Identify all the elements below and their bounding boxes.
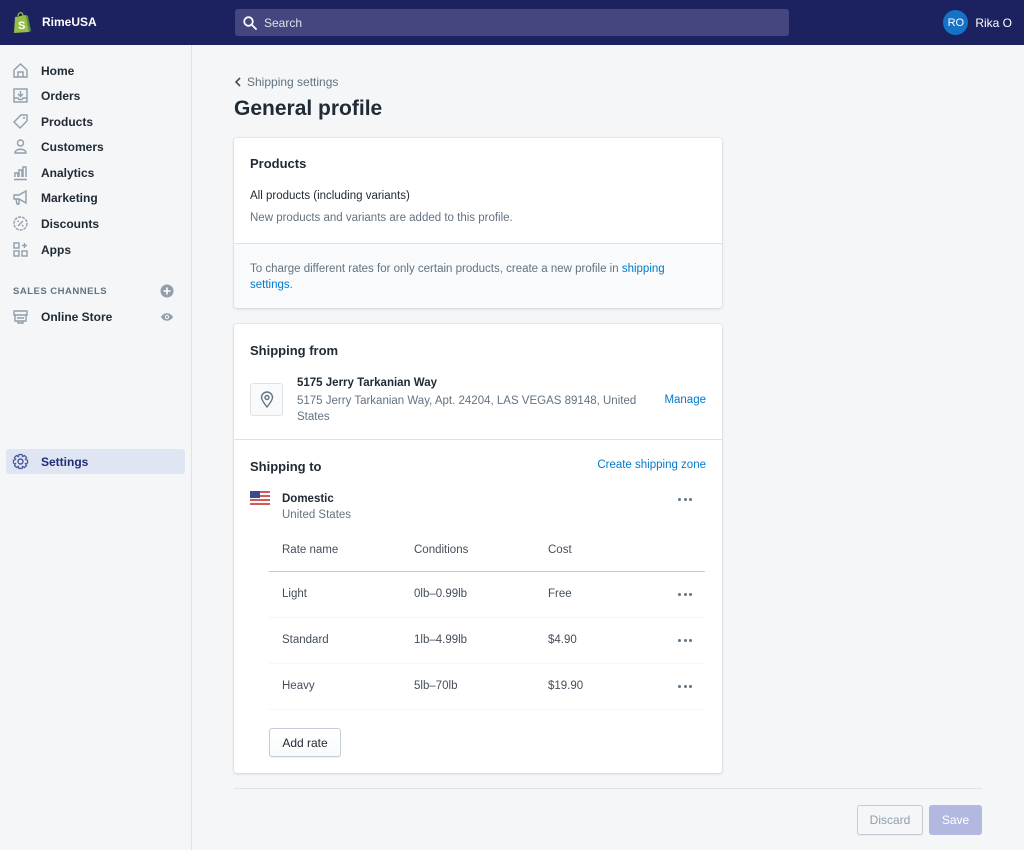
top-bar: S RimeUSA RO Rika O [0,0,1024,45]
products-note: New products and variants are added to t… [250,212,513,224]
rate-more-actions-button[interactable] [678,685,692,689]
sidebar-item-analytics[interactable]: Analytics [6,160,185,185]
megaphone-icon [13,189,27,205]
person-icon [14,139,27,154]
search-input[interactable] [264,15,764,30]
address-line-2: States [297,411,330,423]
rate-more-actions-button[interactable] [678,639,692,643]
breadcrumb-link[interactable]: Shipping settings [247,75,338,89]
sidebar-item-label: Customers [41,139,104,154]
bar-chart-icon [14,166,27,181]
add-sales-channel-icon[interactable] [160,284,174,298]
user-menu[interactable]: RO Rika O [943,10,1012,35]
save-button[interactable]: Save [929,805,982,835]
shipping-from-title: Shipping from [250,343,339,358]
footer-text: To charge different rates for only certa… [250,263,622,275]
column-header-conditions: Conditions [414,544,469,556]
user-name[interactable]: Rika O [975,16,1012,30]
sidebar-item-discounts[interactable]: Discounts [6,211,185,236]
rate-name: Heavy [282,680,315,692]
sidebar: Home Orders Products Customers Analytics… [0,45,192,850]
sidebar-item-settings[interactable]: Settings [6,449,185,474]
table-row: Standard 1lb–4.99lb $4.90 [269,618,705,664]
orders-icon [13,88,28,103]
add-rate-button[interactable]: Add rate [269,728,341,757]
store-name[interactable]: RimeUSA [42,15,97,29]
sidebar-item-label: Discounts [41,216,100,231]
sidebar-item-label: Orders [41,88,81,103]
shipping-card: Shipping from 5175 Jerry Tarkanian Way 5… [234,324,722,773]
sidebar-item-label: Analytics [41,165,95,180]
sidebar-item-online-store[interactable]: Online Store [6,304,185,329]
table-row: Light 0lb–0.99lb Free [269,572,705,618]
address-line-1: 5175 Jerry Tarkanian Way, Apt. 24204, LA… [297,395,637,407]
sales-channels-heading: SALES CHANNELS [13,286,108,297]
zone-more-actions-button[interactable] [678,498,692,502]
footer-end: . [289,279,293,291]
us-flag-icon [250,491,270,505]
rate-conditions: 1lb–4.99lb [414,634,468,646]
table-row: Heavy 5lb–70lb $19.90 [269,664,705,710]
discount-icon [13,216,28,231]
location-name: 5175 Jerry Tarkanian Way [297,377,437,389]
sidebar-item-home[interactable]: Home [6,58,185,83]
sidebar-item-label: Marketing [41,190,98,205]
zone-country: United States [282,509,352,521]
search-bar[interactable] [235,9,789,36]
sidebar-item-label: Settings [41,454,89,469]
home-icon [13,63,28,78]
column-header-rate-name: Rate name [282,544,339,556]
rate-conditions: 5lb–70lb [414,680,458,692]
sidebar-item-marketing[interactable]: Marketing [6,185,185,210]
sidebar-item-products[interactable]: Products [6,109,185,134]
apps-icon [13,242,28,257]
products-scope: All products (including variants) [250,190,410,202]
shipping-to-title: Shipping to [250,459,322,474]
discard-button[interactable]: Discard [857,805,923,835]
breadcrumb[interactable]: Shipping settings [234,75,338,89]
page-title: General profile [234,97,383,120]
rate-name: Standard [282,634,329,646]
rate-cost: Free [548,588,572,600]
rate-cost: $19.90 [548,680,584,692]
products-card: Products All products (including variant… [234,138,722,308]
products-card-footer: To charge different rates for only certa… [234,243,722,308]
rate-conditions: 0lb–0.99lb [414,588,468,600]
divider [234,439,722,440]
sidebar-item-label: Online Store [41,309,113,324]
column-header-cost: Cost [548,544,572,556]
svg-text:S: S [18,20,25,32]
rate-name: Light [282,588,307,600]
shopify-logo-icon[interactable]: S [12,11,32,34]
sidebar-item-label: Products [41,114,94,129]
store-icon [13,310,28,324]
sidebar-item-label: Home [41,63,75,78]
rate-more-actions-button[interactable] [678,593,692,597]
footer-divider [234,788,982,789]
rate-cost: $4.90 [548,634,577,646]
avatar[interactable]: RO [943,10,969,35]
tag-icon [13,114,28,129]
create-shipping-zone-link[interactable]: Create shipping zone [597,459,706,471]
location-icon-box [250,383,283,416]
sidebar-item-orders[interactable]: Orders [6,83,185,108]
zone-name: Domestic [282,493,334,505]
eye-icon[interactable] [160,311,174,323]
gear-icon [12,453,29,470]
chevron-left-icon [234,77,241,87]
products-card-title: Products [250,156,307,171]
search-icon [243,15,257,30]
manage-location-link[interactable]: Manage [664,394,706,406]
location-pin-icon [260,391,273,408]
sidebar-item-label: Apps [41,242,71,257]
sidebar-item-customers[interactable]: Customers [6,134,185,159]
location-address: 5175 Jerry Tarkanian Way, Apt. 24204, LA… [297,393,636,425]
sidebar-item-apps[interactable]: Apps [6,237,185,262]
